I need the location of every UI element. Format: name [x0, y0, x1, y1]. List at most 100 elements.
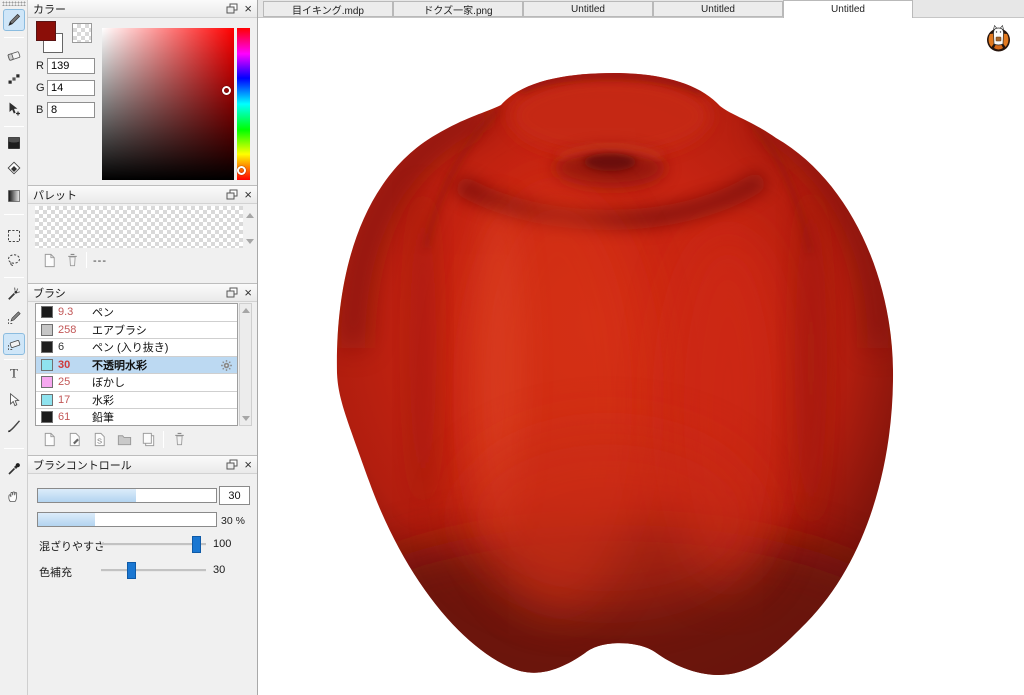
tab-dokuzu[interactable]: ドクズ一家.png [393, 1, 523, 17]
svg-text:T: T [10, 366, 18, 381]
brush-list-scrollbar[interactable] [239, 303, 252, 426]
brush-opacity-bar[interactable] [37, 512, 217, 527]
scroll-down-icon[interactable] [242, 416, 250, 421]
brush-swatch [41, 359, 53, 371]
operation-tool-button[interactable] [3, 389, 25, 411]
pen-tool-button[interactable] [3, 9, 25, 31]
toolbar-grip[interactable] [2, 1, 26, 6]
green-value-field[interactable] [47, 80, 95, 96]
eyedropper-tool-button[interactable] [3, 458, 25, 480]
brush-row-watercolor[interactable]: 17 水彩 [36, 392, 237, 410]
palette-panel-header: パレット × [28, 186, 257, 204]
tool-column: T [0, 0, 28, 695]
select-rect-tool-button[interactable] [3, 225, 25, 247]
hue-bar[interactable] [237, 28, 250, 180]
tab-untitled-2[interactable]: Untitled [653, 1, 783, 17]
gradient-tool-button[interactable] [3, 185, 25, 207]
select-eraser-tool-button[interactable] [3, 333, 25, 355]
color-refill-value: 30 [213, 564, 225, 576]
green-label: G [36, 82, 47, 94]
toolbar-separator [4, 126, 24, 127]
tab-meikingu[interactable]: 目イキング.mdp [263, 1, 393, 17]
sv-cursor[interactable] [222, 86, 231, 95]
brush-size: 30 [58, 359, 84, 371]
separator [86, 252, 87, 268]
add-palette-color-button[interactable] [39, 250, 59, 270]
brush-size-value-box[interactable]: 30 [219, 486, 250, 505]
brush-row-blur[interactable]: 25 ぼかし [36, 374, 237, 392]
brush-name: ペン [92, 304, 234, 320]
float-panel-icon[interactable] [226, 459, 238, 470]
color-refill-slider[interactable] [101, 562, 206, 579]
delete-brush-button[interactable] [169, 429, 189, 449]
apple-artwork [258, 18, 1024, 695]
red-label: R [36, 60, 47, 72]
brush-name: 水彩 [92, 392, 234, 408]
text-tool-button[interactable]: T [3, 362, 25, 384]
float-panel-icon[interactable] [226, 3, 238, 14]
scroll-down-icon[interactable] [246, 239, 254, 244]
eraser-icon [6, 47, 22, 63]
close-panel-icon[interactable]: × [244, 189, 252, 200]
brush-name: エアブラシ [92, 322, 234, 338]
brush-opacity-value: 30 % [221, 515, 245, 527]
brush-swatch [41, 341, 53, 353]
gradient-icon [6, 188, 22, 204]
bucket-tool-button[interactable] [3, 157, 25, 179]
brush-row-pen[interactable]: 9.3 ペン [36, 304, 237, 322]
saturation-value-picker[interactable] [102, 28, 234, 180]
red-value-field[interactable] [47, 58, 95, 74]
mixing-slider[interactable] [101, 536, 206, 553]
toolbar-separator [4, 359, 24, 360]
magic-wand-tool-button[interactable] [3, 283, 25, 305]
slider-track[interactable] [101, 543, 206, 546]
float-panel-icon[interactable] [226, 287, 238, 298]
brush-size: 25 [58, 376, 84, 388]
brush-row-pencil[interactable]: 61 鉛筆 [36, 409, 237, 426]
slider-track[interactable] [101, 569, 206, 572]
transparent-color-swatch[interactable] [72, 23, 92, 43]
color-panel: カラー × R G B [28, 0, 257, 185]
color-refill-slider-handle[interactable] [127, 562, 136, 579]
brush-row-pen-taper[interactable]: 6 ペン (入り抜き) [36, 339, 237, 357]
drawing-canvas[interactable] [258, 18, 1024, 695]
hand-tool-button[interactable] [3, 485, 25, 507]
toolbar-separator [4, 277, 24, 278]
foreground-color-swatch[interactable] [36, 21, 56, 41]
brush-list: 9.3 ペン 258 エアブラシ 6 ペン (入り抜き) 30 不透明水彩 [35, 303, 238, 426]
add-brush-button[interactable] [39, 429, 59, 449]
brush-row-airbrush[interactable]: 258 エアブラシ [36, 322, 237, 340]
close-panel-icon[interactable]: × [244, 3, 252, 14]
eraser-tool-button[interactable] [3, 44, 25, 66]
tab-untitled-1[interactable]: Untitled [523, 1, 653, 17]
brush-settings-gear-icon[interactable] [220, 359, 233, 372]
trash-icon [64, 252, 81, 269]
mixing-slider-handle[interactable] [192, 536, 201, 553]
brush-size-bar[interactable] [37, 488, 217, 503]
add-script-brush-button[interactable]: S [89, 429, 109, 449]
add-custom-brush-button[interactable] [64, 429, 84, 449]
select-pen-icon [6, 310, 22, 326]
eyedropper-icon [6, 461, 22, 477]
brush-row-opaque-watercolor[interactable]: 30 不透明水彩 [36, 357, 237, 375]
tab-untitled-active[interactable]: Untitled [783, 0, 913, 18]
close-panel-icon[interactable]: × [244, 287, 252, 298]
dot-tool-button[interactable] [3, 68, 25, 90]
close-panel-icon[interactable]: × [244, 459, 252, 470]
scroll-up-icon[interactable] [246, 213, 254, 218]
lasso-tool-button[interactable] [3, 249, 25, 271]
mascot-icon[interactable] [984, 24, 1013, 53]
fill-tool-button[interactable] [3, 132, 25, 154]
duplicate-brush-button[interactable] [138, 429, 158, 449]
scroll-up-icon[interactable] [242, 308, 250, 313]
delete-palette-color-button[interactable] [62, 250, 82, 270]
curve-tool-button[interactable] [3, 415, 25, 437]
brush-size: 61 [58, 411, 84, 423]
hue-cursor[interactable] [237, 166, 246, 175]
brush-folder-button[interactable] [114, 429, 134, 449]
blue-value-field[interactable] [47, 102, 95, 118]
palette-color-list[interactable] [35, 206, 243, 248]
move-tool-button[interactable] [3, 98, 25, 120]
select-pen-tool-button[interactable] [3, 307, 25, 329]
float-panel-icon[interactable] [226, 189, 238, 200]
